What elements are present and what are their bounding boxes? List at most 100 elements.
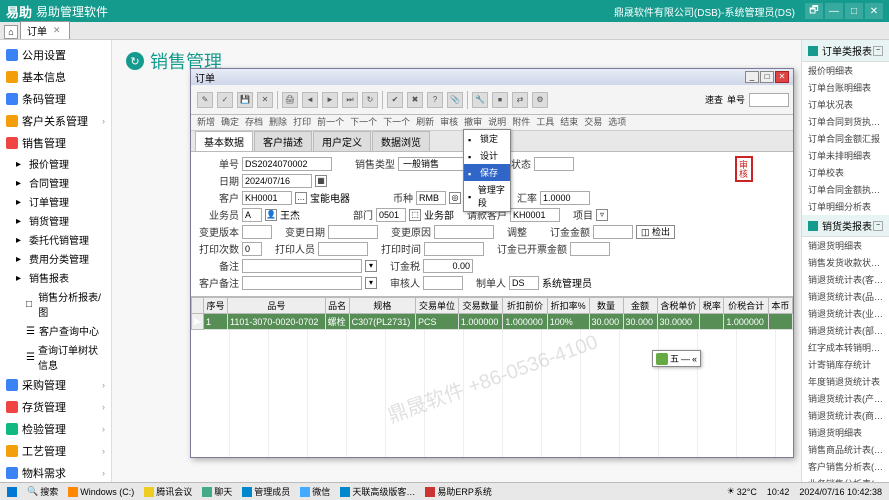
report-item[interactable]: 销退货统计表(品号) xyxy=(802,288,889,305)
report-item[interactable]: 报价明细表 xyxy=(802,62,889,79)
owin-close-icon[interactable]: ✕ xyxy=(775,71,789,83)
report-item[interactable]: 订单校表 xyxy=(802,164,889,181)
rate-input[interactable] xyxy=(540,191,590,205)
remark-input[interactable] xyxy=(242,259,362,273)
salesman-code-input[interactable] xyxy=(242,208,262,222)
toolbar-icon[interactable]: ✕ xyxy=(257,92,273,108)
tab-close-icon[interactable]: ✕ xyxy=(53,25,61,36)
sidebar-sub-sub-item[interactable]: ☰客户查询中心 xyxy=(2,321,111,340)
report-item[interactable]: 销售发货收款状况表 xyxy=(802,254,889,271)
toolbar-icon[interactable]: ? xyxy=(427,92,443,108)
grid-header[interactable]: 交易单位 xyxy=(416,298,459,314)
report-item[interactable]: 销退货统计表(商品) xyxy=(802,407,889,424)
owin-max-icon[interactable]: □ xyxy=(760,71,774,83)
toolbar-text-btn[interactable]: 确定 xyxy=(221,115,239,128)
toolbar-text-btn[interactable]: 下一个 xyxy=(383,115,410,128)
toolbar-text-btn[interactable]: 交易 xyxy=(584,115,602,128)
ime-floating-bar[interactable]: 五 — « xyxy=(652,350,701,367)
ver-input[interactable] xyxy=(242,225,272,239)
toolbar-text-btn[interactable]: 附件 xyxy=(512,115,530,128)
toolbar-icon[interactable]: ✎ xyxy=(197,92,213,108)
grid-header[interactable]: 含税单价 xyxy=(657,298,700,314)
refcust-input[interactable] xyxy=(510,208,560,222)
weather-widget[interactable]: ☀ 32°C xyxy=(724,486,760,497)
report-item[interactable]: 订单未排明细表 xyxy=(802,147,889,164)
grid-header[interactable]: 税率 xyxy=(700,298,724,314)
remark-expand-icon[interactable]: ▾ xyxy=(365,260,377,272)
report-item[interactable]: 销退货明细表 xyxy=(802,424,889,441)
grid-header[interactable] xyxy=(192,298,204,314)
ver-date-input[interactable] xyxy=(328,225,378,239)
grid-header[interactable]: 折扣率% xyxy=(547,298,589,314)
taskbar-app[interactable]: 天联高级版客… xyxy=(337,485,418,498)
toolbar-icon[interactable]: 📎 xyxy=(447,92,463,108)
toolbar-text-btn[interactable]: 删除 xyxy=(269,115,287,128)
sidebar-item[interactable]: 条码管理 xyxy=(0,88,111,110)
order-window-titlebar[interactable]: 订单 _ □ ✕ xyxy=(191,69,793,85)
grid-header[interactable]: 品号 xyxy=(228,298,326,314)
taskbar-app[interactable]: 管理成员 xyxy=(239,485,293,498)
toolbar-text-btn[interactable]: 说明 xyxy=(488,115,506,128)
win-max-icon[interactable]: □ xyxy=(845,3,863,19)
calendar-icon[interactable]: ▦ xyxy=(315,175,327,187)
currency-lookup-icon[interactable]: ◎ xyxy=(449,192,461,204)
sidebar-item[interactable]: 销售管理 xyxy=(0,132,111,154)
toolbar-icon[interactable]: ◄ xyxy=(302,92,318,108)
report-item[interactable]: 业务销售分析表(期间) xyxy=(802,475,889,482)
grid-header[interactable]: 折扣前价 xyxy=(503,298,547,314)
grid-header[interactable]: 价税合计 xyxy=(724,298,768,314)
grid-header[interactable]: 规格 xyxy=(349,298,415,314)
sidebar-item[interactable]: 公用设置 xyxy=(0,44,111,66)
cust-remark-input[interactable] xyxy=(242,276,362,290)
toolbar-icon[interactable]: ↻ xyxy=(362,92,378,108)
tab-home-icon[interactable]: ⌂ xyxy=(4,25,18,39)
toolbar-icon[interactable]: ► xyxy=(322,92,338,108)
sidebar-item[interactable]: 检验管理› xyxy=(0,418,111,440)
sidebar-sub-sub-item[interactable]: □销售分析报表/图 xyxy=(2,287,111,321)
quick-search-input[interactable] xyxy=(749,93,789,107)
context-menu-item[interactable]: ▪锁定 xyxy=(464,130,510,147)
toolbar-icon[interactable]: ⇄ xyxy=(512,92,528,108)
report-section-header[interactable]: 销货类报表− xyxy=(802,215,889,237)
context-menu-item[interactable]: ▪设计 xyxy=(464,147,510,164)
report-item[interactable]: 红字成本转销明细表 xyxy=(802,339,889,356)
form-tab[interactable]: 基本数据 xyxy=(195,131,253,151)
grid-header[interactable]: 序号 xyxy=(204,298,228,314)
report-item[interactable]: 客户销售分析表(期间) xyxy=(802,458,889,475)
context-menu-item[interactable]: ▪管理字段 xyxy=(464,181,510,211)
owin-min-icon[interactable]: _ xyxy=(745,71,759,83)
toolbar-text-btn[interactable]: 前一个 xyxy=(317,115,344,128)
report-item[interactable]: 销退货统计表(业务员) xyxy=(802,305,889,322)
customer-input[interactable] xyxy=(242,191,292,205)
order-no-input[interactable] xyxy=(242,157,332,171)
taskbar-app[interactable]: Windows (C:) xyxy=(65,485,137,498)
report-item[interactable]: 销退货明细表 xyxy=(802,237,889,254)
form-tab[interactable]: 客户描述 xyxy=(254,131,312,151)
reason-input[interactable] xyxy=(434,225,494,239)
order-grid[interactable]: 鼎晟软件 +86-0536-4100 序号品号品名规格交易单位交易数量折扣前价折… xyxy=(191,297,793,457)
toolbar-text-btn[interactable]: 打印 xyxy=(293,115,311,128)
toolbar-text-btn[interactable]: 审核 xyxy=(440,115,458,128)
toolbar-text-btn[interactable]: 下一个 xyxy=(350,115,377,128)
report-item[interactable]: 计寄销库存统计 xyxy=(802,356,889,373)
sidebar-item[interactable]: 基本信息 xyxy=(0,66,111,88)
report-item[interactable]: 订单状况表 xyxy=(802,96,889,113)
customer-lookup-icon[interactable]: … xyxy=(295,192,307,204)
report-item[interactable]: 订单明细分析表 xyxy=(802,198,889,215)
win-min-icon[interactable]: — xyxy=(825,3,843,19)
toolbar-text-btn[interactable]: 撤审 xyxy=(464,115,482,128)
report-item[interactable]: 销退货统计表(客户) xyxy=(802,271,889,288)
form-tab[interactable]: 数据浏览 xyxy=(372,131,430,151)
date-input[interactable] xyxy=(242,174,312,188)
toolbar-icon[interactable]: 🔧 xyxy=(472,92,488,108)
toolbar-icon[interactable]: 🖨 xyxy=(282,92,298,108)
sidebar-sub-item[interactable]: ▸销售报表 xyxy=(2,268,111,287)
grid-header[interactable]: 本币 xyxy=(768,298,792,314)
toolbar-text-btn[interactable]: 选项 xyxy=(608,115,626,128)
grid-header[interactable]: 交易数量 xyxy=(458,298,502,314)
project-lookup-icon[interactable]: ▿ xyxy=(596,209,608,221)
salesman-lookup-icon[interactable]: 👤 xyxy=(265,209,277,221)
sidebar-sub-item[interactable]: ▸报价管理 xyxy=(2,154,111,173)
grid-header[interactable]: 品名 xyxy=(325,298,349,314)
toolbar-text-btn[interactable]: 存档 xyxy=(245,115,263,128)
